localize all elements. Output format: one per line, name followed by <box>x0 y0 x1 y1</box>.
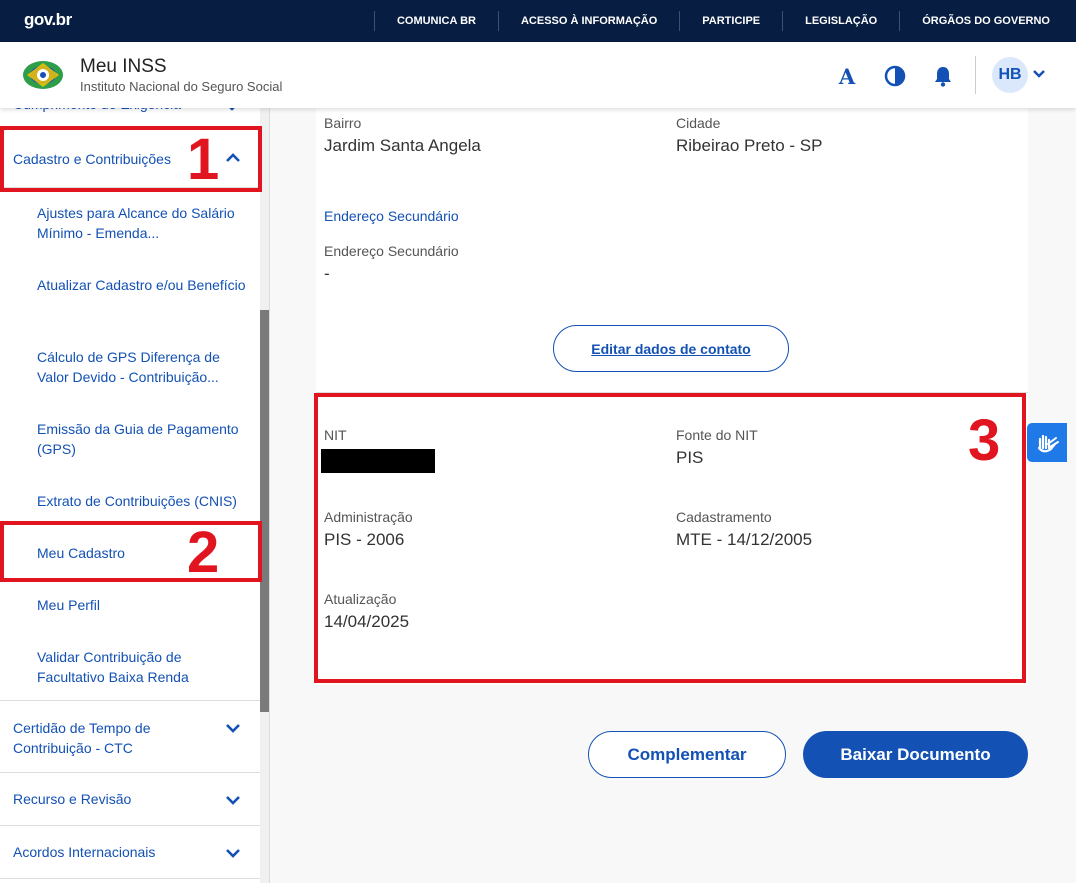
sidebar-item-extrato-cnis[interactable]: Extrato de Contribuições (CNIS) <box>37 491 252 511</box>
inss-logo-icon[interactable] <box>21 58 65 92</box>
complementar-button[interactable]: Complementar <box>588 731 786 778</box>
sidebar-item-emissao-gps[interactable]: Emissão da Guia de Pagamento (GPS) <box>37 419 252 459</box>
chevron-down-icon[interactable] <box>224 108 240 114</box>
font-size-button[interactable]: A <box>835 64 859 89</box>
annotation-box-2 <box>0 521 262 582</box>
gov-top-bar: gov.br COMUNICA BR ACESSO À INFORMAÇÃO P… <box>0 0 1076 42</box>
annotation-box-3 <box>314 393 1026 683</box>
app-title: Meu INSS <box>80 56 167 77</box>
gov-link-legislacao[interactable]: LEGISLAÇÃO <box>782 11 899 31</box>
secondary-address-value: - <box>324 264 330 283</box>
app-header: Meu INSS Instituto Nacional do Seguro So… <box>0 42 1076 108</box>
sidebar-item-cumprimento[interactable]: Cumprimento de Exigência <box>0 108 260 118</box>
app-subtitle: Instituto Nacional do Seguro Social <box>80 79 283 94</box>
bell-icon[interactable] <box>931 64 955 88</box>
gov-link-acesso[interactable]: ACESSO À INFORMAÇÃO <box>497 11 679 31</box>
annotation-number-3: 3 <box>968 408 1001 473</box>
sidebar-item-validar[interactable]: Validar Contribuição de Facultativo Baix… <box>37 647 252 687</box>
contrast-icon[interactable] <box>883 64 907 88</box>
annotation-box-1 <box>0 126 262 192</box>
gov-link-orgaos[interactable]: ÓRGÃOS DO GOVERNO <box>899 11 1076 31</box>
annotation-number-1: 1 <box>187 127 220 192</box>
sidebar-item-ajustes[interactable]: Ajustes para Alcance do Salário Mínimo -… <box>37 203 252 243</box>
chevron-down-icon[interactable] <box>224 793 242 807</box>
secondary-address-label: Endereço Secundário <box>324 243 459 259</box>
sidebar-item-meu-perfil[interactable]: Meu Perfil <box>37 595 252 615</box>
bairro-label: Bairro <box>324 115 362 131</box>
gov-link-participe[interactable]: PARTICIPE <box>679 11 782 31</box>
sidebar-section-acordos[interactable]: Acordos Internacionais <box>0 826 260 879</box>
header-divider <box>975 56 976 94</box>
annotation-number-2: 2 <box>187 520 220 585</box>
sidebar-item-atualizar[interactable]: Atualizar Cadastro e/ou Benefício <box>37 275 252 295</box>
sidebar-section-ctc[interactable]: Certidão de Tempo de Contribuição - CTC <box>0 700 260 773</box>
secondary-address-heading: Endereço Secundário <box>324 208 459 224</box>
govbr-logo[interactable]: gov.br <box>24 10 72 30</box>
sidebar-section-recurso[interactable]: Recurso e Revisão <box>0 773 260 826</box>
cidade-value: Ribeirao Preto - SP <box>676 136 823 155</box>
gov-link-comunica[interactable]: COMUNICA BR <box>373 11 498 31</box>
sidebar-item-calculo-gps[interactable]: Cálculo de GPS Diferença de Valor Devido… <box>37 347 252 387</box>
download-document-button[interactable]: Baixar Documento <box>803 731 1028 778</box>
bairro-value: Jardim Santa Angela <box>324 136 481 155</box>
sidebar: Cumprimento de Exigência Cadastro e Cont… <box>0 108 270 883</box>
edit-contact-button[interactable]: Editar dados de contato <box>553 325 789 372</box>
cidade-label: Cidade <box>676 115 721 131</box>
sidebar-section-label: Certidão de Tempo de Contribuição - CTC <box>13 720 151 756</box>
sidebar-section-label: Recurso e Revisão <box>13 791 132 807</box>
chevron-down-icon[interactable] <box>1031 66 1047 82</box>
chevron-down-icon[interactable] <box>224 721 242 735</box>
sign-language-hands-icon <box>1037 434 1059 452</box>
chevron-down-icon[interactable] <box>224 846 242 860</box>
vlibras-accessibility-button[interactable] <box>1027 423 1067 462</box>
sidebar-scrollbar-thumb[interactable] <box>260 310 269 712</box>
gov-nav: COMUNICA BR ACESSO À INFORMAÇÃO PARTICIP… <box>373 0 1076 42</box>
sidebar-section-label: Acordos Internacionais <box>13 844 156 860</box>
user-avatar[interactable]: HB <box>992 57 1028 93</box>
